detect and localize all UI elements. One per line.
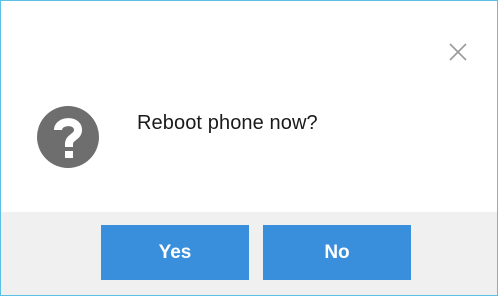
no-button[interactable]: No [263,225,411,280]
question-icon [37,106,99,168]
yes-button[interactable]: Yes [101,225,249,280]
dialog-footer: Yes No [1,212,497,295]
dialog-message: Reboot phone now? [137,112,318,134]
close-icon[interactable] [445,39,471,65]
confirm-dialog: Reboot phone now? Yes No [0,0,498,296]
